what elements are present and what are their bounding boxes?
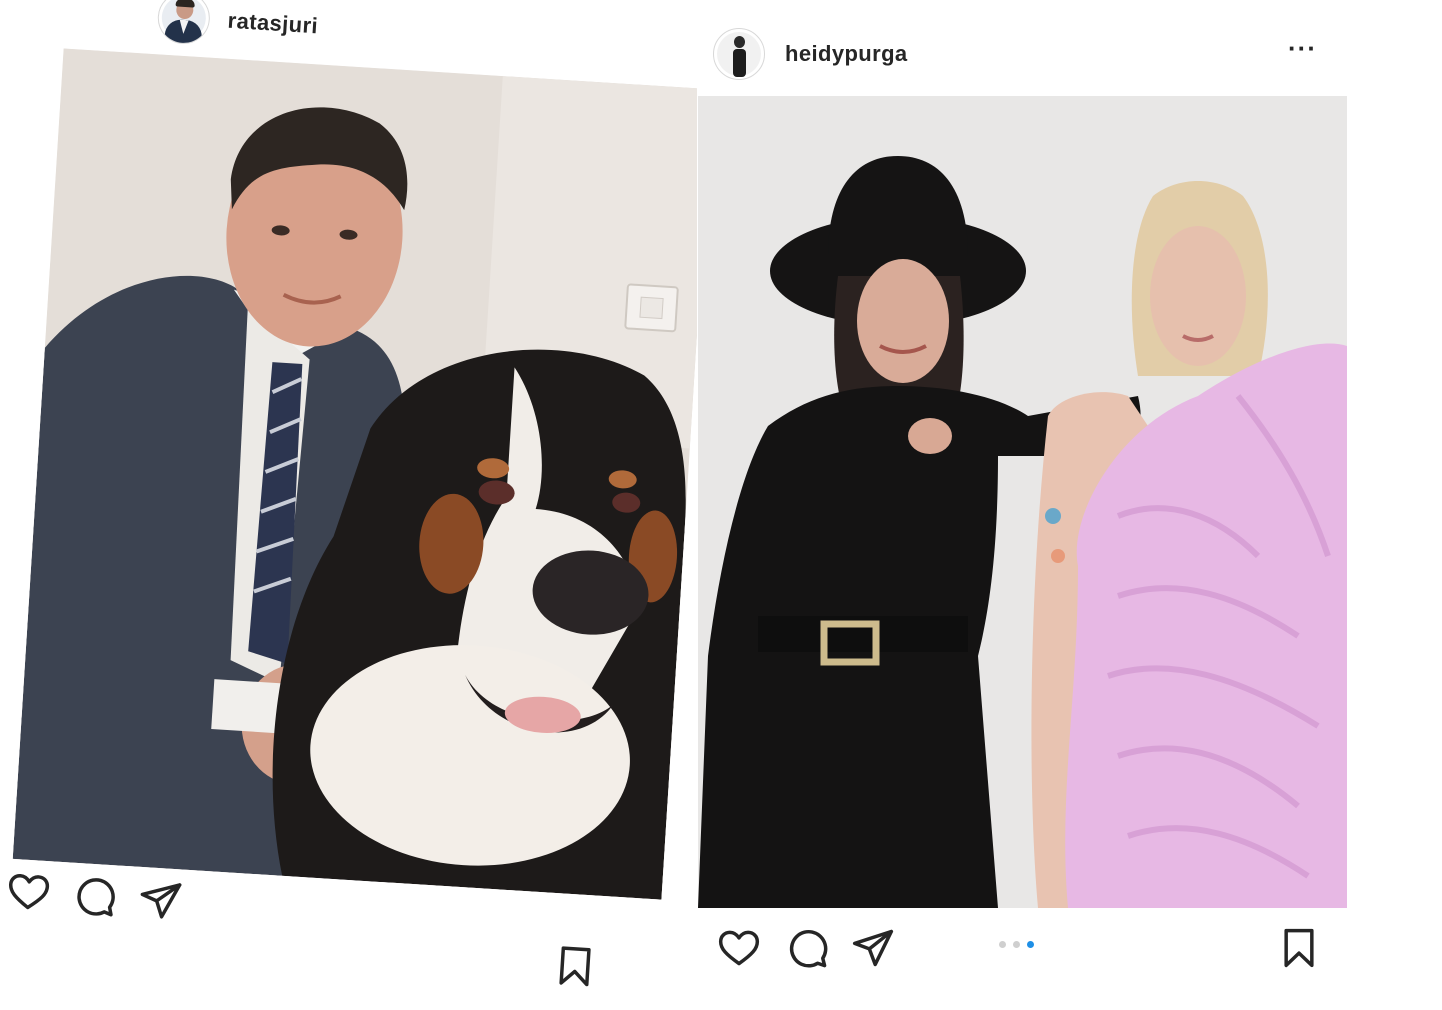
hand-woman-left bbox=[908, 418, 952, 454]
carousel-indicator bbox=[999, 941, 1034, 948]
avatar-hair bbox=[175, 0, 195, 8]
share-icon[interactable] bbox=[851, 926, 895, 970]
photo-two-women bbox=[698, 96, 1347, 908]
face-woman-left bbox=[857, 259, 949, 383]
shirt-cuff bbox=[211, 679, 285, 734]
comment-icon[interactable] bbox=[71, 873, 118, 920]
carousel-dot-active[interactable] bbox=[1027, 941, 1034, 948]
instagram-post-left: ratasjuri bbox=[5, 0, 717, 1010]
post-photo[interactable] bbox=[12, 48, 713, 900]
carousel-dot[interactable] bbox=[999, 941, 1006, 948]
tattoo-2 bbox=[1051, 549, 1065, 563]
bookmark-icon[interactable] bbox=[1277, 926, 1321, 970]
heart-icon[interactable] bbox=[717, 926, 761, 970]
instagram-post-right: heidypurga ··· bbox=[697, 20, 1347, 990]
username-link[interactable]: heidypurga bbox=[785, 41, 908, 67]
post-actions bbox=[697, 916, 1347, 986]
post-header: ratasjuri bbox=[156, 0, 320, 54]
more-options-icon[interactable]: ··· bbox=[1288, 35, 1317, 61]
profile-avatar[interactable] bbox=[713, 28, 765, 80]
heart-icon[interactable] bbox=[5, 869, 52, 916]
photo-man-with-dog bbox=[12, 48, 713, 900]
carousel-dot[interactable] bbox=[1013, 941, 1020, 948]
profile-avatar[interactable] bbox=[156, 0, 212, 46]
post-header: heidypurga bbox=[713, 26, 908, 82]
username-link[interactable]: ratasjuri bbox=[227, 8, 319, 40]
comment-icon[interactable] bbox=[785, 926, 829, 970]
avatar-figure-head bbox=[734, 36, 745, 48]
bookmark-icon[interactable] bbox=[552, 943, 599, 990]
tattoo bbox=[1045, 508, 1061, 524]
face-woman-right bbox=[1150, 226, 1246, 366]
light-switch-button bbox=[639, 296, 664, 320]
avatar-figure-body bbox=[733, 49, 746, 77]
share-icon[interactable] bbox=[137, 877, 184, 924]
post-photo[interactable] bbox=[698, 96, 1347, 908]
